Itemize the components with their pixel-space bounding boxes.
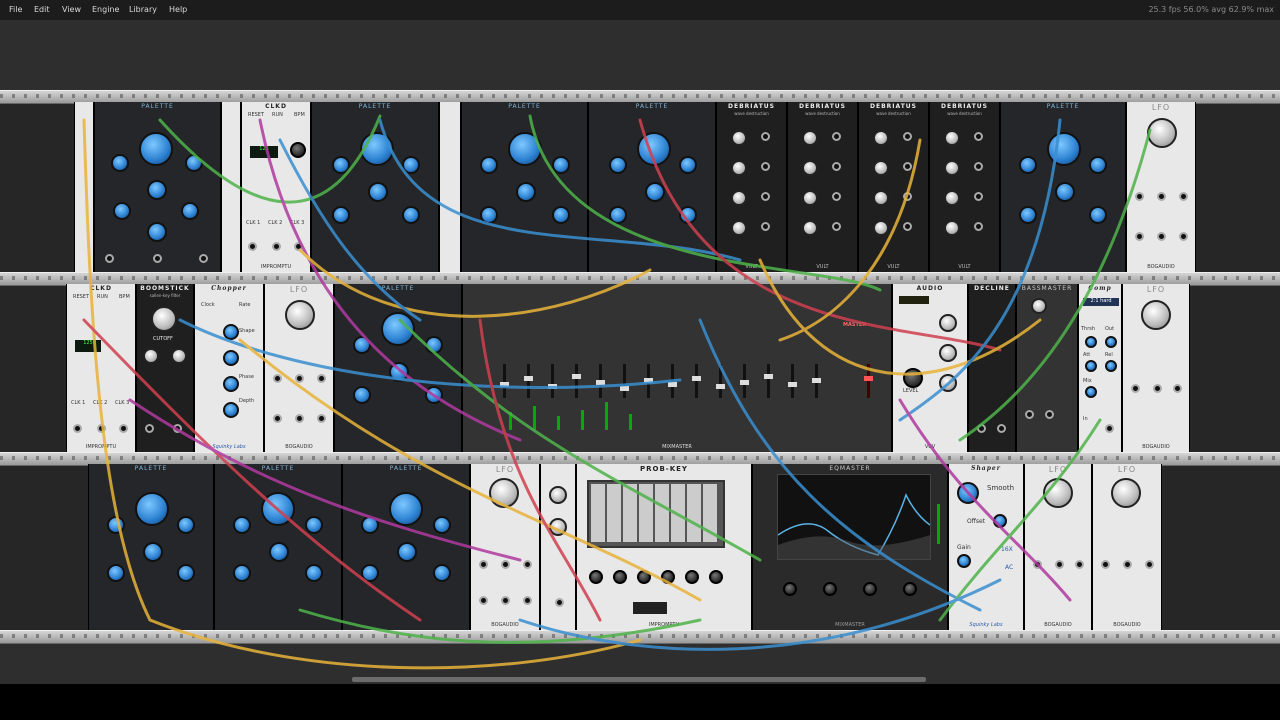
menu-file[interactable]: File [9,0,22,20]
patch-cables [82,114,1152,670]
horizontal-scrollbar[interactable] [352,677,926,682]
menu-help[interactable]: Help [169,0,187,20]
rack-workspace[interactable]: PALETTE CLKD RESET RUN BPM 125 CLK 1 CLK… [0,20,1280,684]
performance-stats: 25.3 fps 56.0% avg 62.9% max [1148,5,1274,14]
menu-bar: File Edit View Engine Library Help 25.3 … [0,0,1280,21]
menu-engine[interactable]: Engine [92,0,119,20]
bottom-bar [0,684,1280,720]
menu-library[interactable]: Library [129,0,157,20]
menu-view[interactable]: View [62,0,81,20]
menu-edit[interactable]: Edit [34,0,50,20]
